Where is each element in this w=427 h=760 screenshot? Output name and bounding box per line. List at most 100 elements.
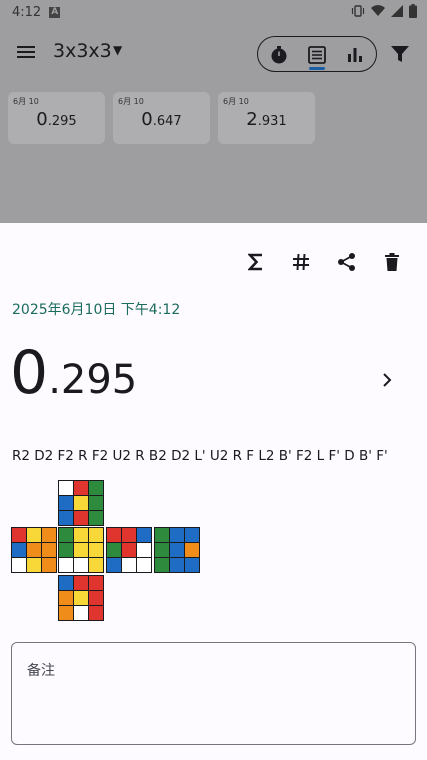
notes-label: 备注 <box>27 663 55 679</box>
cube-sticker <box>89 496 103 510</box>
puzzle-selector[interactable]: 3x3x3 <box>53 40 112 62</box>
selected-tab-indicator <box>309 67 325 70</box>
cube-sticker <box>89 528 103 542</box>
cube-sticker <box>74 558 88 572</box>
cube-sticker <box>74 576 88 590</box>
cube-sticker <box>137 528 151 542</box>
cube-face-down <box>58 575 104 621</box>
cube-sticker <box>59 576 73 590</box>
cube-sticker <box>74 591 88 605</box>
hash-icon[interactable] <box>289 250 313 274</box>
history-card[interactable]: 6月 10 0.295 <box>8 92 105 144</box>
notification-icon: A <box>49 6 61 18</box>
top-app-bar: 3x3x3 ▼ <box>0 28 427 78</box>
cube-sticker <box>12 543 26 557</box>
stats-icon[interactable] <box>344 44 366 66</box>
cube-sticker <box>59 606 73 620</box>
solve-time-decimal: .295 <box>48 357 138 403</box>
card-date: 6月 10 <box>223 97 249 106</box>
cube-sticker <box>89 576 103 590</box>
cube-sticker <box>185 558 199 572</box>
cube-sticker <box>122 543 136 557</box>
battery-icon <box>409 4 417 18</box>
cube-sticker <box>107 528 121 542</box>
signal-icon <box>391 5 403 17</box>
cube-face-left <box>11 527 57 573</box>
cube-face-up <box>58 480 104 526</box>
solve-date: 2025年6月10日 下午4:12 <box>12 302 181 318</box>
status-bar: 4:12 A <box>0 0 427 24</box>
share-icon[interactable] <box>335 250 359 274</box>
card-time: 2.931 <box>246 109 287 130</box>
cube-face-right <box>106 527 152 573</box>
chevron-right-icon[interactable] <box>379 372 395 388</box>
background-app: 4:12 A 3x3x3 ▼ 6月 10 0.295 6月 10 0.647 6… <box>0 0 427 223</box>
cube-sticker <box>59 481 73 495</box>
vibrate-icon <box>351 5 365 17</box>
history-card[interactable]: 6月 10 2.931 <box>218 92 315 144</box>
cube-sticker <box>42 528 56 542</box>
cube-net <box>11 480 201 622</box>
cube-face-back <box>154 527 200 573</box>
solve-detail-sheet: 2025年6月10日 下午4:12 0 .295 R2 D2 F2 R F2 U… <box>0 223 427 760</box>
cube-face-front <box>58 527 104 573</box>
cube-sticker <box>185 543 199 557</box>
cube-sticker <box>122 558 136 572</box>
cube-sticker <box>74 543 88 557</box>
cube-sticker <box>12 528 26 542</box>
status-time: 4:12 <box>12 4 42 20</box>
cube-sticker <box>12 558 26 572</box>
list-icon[interactable] <box>306 44 328 66</box>
sigma-icon[interactable] <box>244 250 268 274</box>
cube-sticker <box>27 543 41 557</box>
cube-sticker <box>42 543 56 557</box>
menu-icon[interactable] <box>14 43 38 63</box>
cube-sticker <box>89 606 103 620</box>
cube-sticker <box>59 511 73 525</box>
cube-sticker <box>74 481 88 495</box>
cube-sticker <box>170 543 184 557</box>
cube-sticker <box>185 528 199 542</box>
solve-time-integer: 0 <box>10 338 49 408</box>
cube-sticker <box>74 528 88 542</box>
notes-field[interactable]: 备注 <box>11 642 416 745</box>
card-date: 6月 10 <box>13 97 39 106</box>
cube-sticker <box>155 543 169 557</box>
solve-time: 0 .295 <box>10 343 137 403</box>
cube-sticker <box>59 591 73 605</box>
cube-sticker <box>59 528 73 542</box>
cube-sticker <box>27 528 41 542</box>
scramble-text: R2 D2 F2 R F2 U2 R B2 D2 L' U2 R F L2 B'… <box>12 448 388 464</box>
cube-sticker <box>122 528 136 542</box>
cube-sticker <box>59 558 73 572</box>
cube-sticker <box>170 558 184 572</box>
cube-sticker <box>155 528 169 542</box>
cube-sticker <box>137 543 151 557</box>
cube-sticker <box>59 543 73 557</box>
cube-sticker <box>155 558 169 572</box>
card-date: 6月 10 <box>118 97 144 106</box>
cube-sticker <box>74 606 88 620</box>
cube-sticker <box>89 481 103 495</box>
cube-sticker <box>59 496 73 510</box>
dropdown-arrow-icon[interactable]: ▼ <box>113 43 122 57</box>
timer-icon[interactable] <box>268 44 290 66</box>
cube-sticker <box>107 543 121 557</box>
cube-sticker <box>27 558 41 572</box>
cube-sticker <box>74 511 88 525</box>
card-time: 0.647 <box>141 109 182 130</box>
cube-sticker <box>89 591 103 605</box>
filter-icon[interactable] <box>390 45 410 67</box>
cube-sticker <box>89 511 103 525</box>
cube-sticker <box>170 528 184 542</box>
card-time: 0.295 <box>36 109 77 130</box>
cube-sticker <box>74 496 88 510</box>
delete-icon[interactable] <box>380 250 404 274</box>
cube-sticker <box>137 558 151 572</box>
cube-sticker <box>89 543 103 557</box>
cube-sticker <box>89 558 103 572</box>
cube-sticker <box>42 558 56 572</box>
mode-switcher <box>257 36 377 72</box>
history-card[interactable]: 6月 10 0.647 <box>113 92 210 144</box>
wifi-icon <box>371 5 385 17</box>
